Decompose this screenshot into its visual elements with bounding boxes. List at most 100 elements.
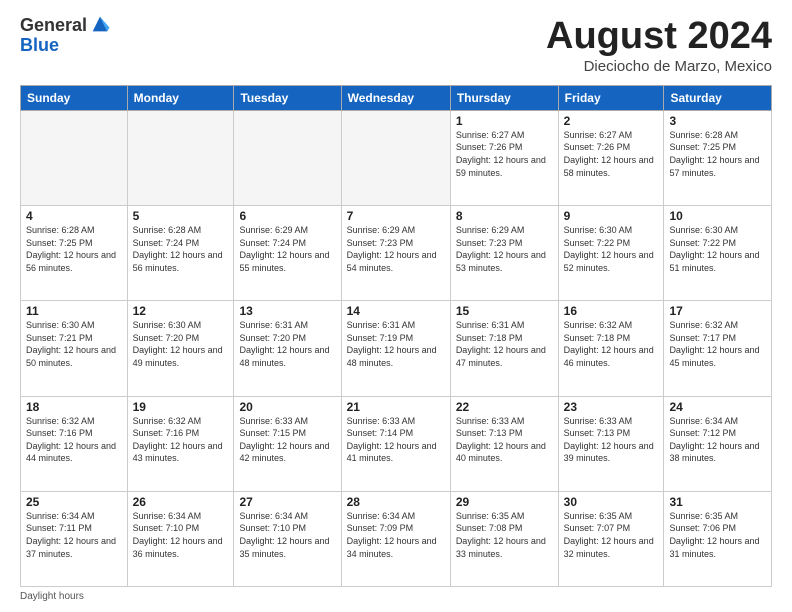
day-number: 11 [26, 304, 122, 318]
calendar-cell: 16Sunrise: 6:32 AMSunset: 7:18 PMDayligh… [558, 301, 664, 396]
day-number: 7 [347, 209, 445, 223]
day-info: Sunrise: 6:29 AMSunset: 7:23 PMDaylight:… [456, 224, 553, 274]
day-info: Sunrise: 6:33 AMSunset: 7:13 PMDaylight:… [456, 415, 553, 465]
day-info: Sunrise: 6:28 AMSunset: 7:24 PMDaylight:… [133, 224, 229, 274]
calendar-table: SundayMondayTuesdayWednesdayThursdayFrid… [20, 85, 772, 587]
day-info: Sunrise: 6:30 AMSunset: 7:21 PMDaylight:… [26, 319, 122, 369]
day-header-thursday: Thursday [450, 85, 558, 110]
day-header-wednesday: Wednesday [341, 85, 450, 110]
day-info: Sunrise: 6:30 AMSunset: 7:22 PMDaylight:… [564, 224, 659, 274]
day-number: 29 [456, 495, 553, 509]
day-number: 2 [564, 114, 659, 128]
page: General Blue August 2024 Dieciocho de Ma… [0, 0, 792, 612]
calendar-cell: 17Sunrise: 6:32 AMSunset: 7:17 PMDayligh… [664, 301, 772, 396]
daylight-label: Daylight hours [20, 591, 84, 602]
day-number: 16 [564, 304, 659, 318]
day-number: 3 [669, 114, 766, 128]
location-subtitle: Dieciocho de Marzo, Mexico [546, 58, 772, 75]
calendar-cell: 28Sunrise: 6:34 AMSunset: 7:09 PMDayligh… [341, 491, 450, 586]
day-number: 6 [239, 209, 335, 223]
day-info: Sunrise: 6:27 AMSunset: 7:26 PMDaylight:… [564, 129, 659, 179]
calendar-cell: 25Sunrise: 6:34 AMSunset: 7:11 PMDayligh… [21, 491, 128, 586]
calendar-week-row: 1 Sunrise: 6:27 AMSunset: 7:26 PMDaylight… [21, 110, 772, 205]
day-number: 23 [564, 400, 659, 414]
day-info: Sunrise: 6:28 AMSunset: 7:25 PMDaylight:… [669, 129, 766, 179]
day-number: 17 [669, 304, 766, 318]
calendar-cell [127, 110, 234, 205]
day-info: Sunrise: 6:33 AMSunset: 7:14 PMDaylight:… [347, 415, 445, 465]
calendar-week-row: 4Sunrise: 6:28 AMSunset: 7:25 PMDaylight… [21, 206, 772, 301]
day-header-monday: Monday [127, 85, 234, 110]
calendar-cell [341, 110, 450, 205]
day-info: Sunrise: 6:35 AMSunset: 7:08 PMDaylight:… [456, 510, 553, 560]
day-header-saturday: Saturday [664, 85, 772, 110]
calendar-cell: 24Sunrise: 6:34 AMSunset: 7:12 PMDayligh… [664, 396, 772, 491]
day-number: 8 [456, 209, 553, 223]
day-info: Sunrise: 6:29 AMSunset: 7:23 PMDaylight:… [347, 224, 445, 274]
day-info: Sunrise: 6:33 AMSunset: 7:15 PMDaylight:… [239, 415, 335, 465]
day-number: 28 [347, 495, 445, 509]
day-number: 26 [133, 495, 229, 509]
day-info: Sunrise: 6:30 AMSunset: 7:20 PMDaylight:… [133, 319, 229, 369]
day-info: Sunrise: 6:34 AMSunset: 7:10 PMDaylight:… [133, 510, 229, 560]
day-number: 20 [239, 400, 335, 414]
day-info: Sunrise: 6:34 AMSunset: 7:11 PMDaylight:… [26, 510, 122, 560]
day-number: 15 [456, 304, 553, 318]
day-header-sunday: Sunday [21, 85, 128, 110]
calendar-cell: 26Sunrise: 6:34 AMSunset: 7:10 PMDayligh… [127, 491, 234, 586]
logo-general-text: General [20, 16, 87, 36]
logo: General Blue [20, 16, 111, 56]
day-number: 5 [133, 209, 229, 223]
calendar-cell: 22Sunrise: 6:33 AMSunset: 7:13 PMDayligh… [450, 396, 558, 491]
calendar-cell: 15Sunrise: 6:31 AMSunset: 7:18 PMDayligh… [450, 301, 558, 396]
month-year-title: August 2024 [546, 16, 772, 58]
day-info: Sunrise: 6:35 AMSunset: 7:07 PMDaylight:… [564, 510, 659, 560]
calendar-cell: 30Sunrise: 6:35 AMSunset: 7:07 PMDayligh… [558, 491, 664, 586]
day-number: 1 [456, 114, 553, 128]
header: General Blue August 2024 Dieciocho de Ma… [20, 16, 772, 75]
day-header-friday: Friday [558, 85, 664, 110]
day-info: Sunrise: 6:31 AMSunset: 7:18 PMDaylight:… [456, 319, 553, 369]
day-number: 14 [347, 304, 445, 318]
calendar-cell: 13Sunrise: 6:31 AMSunset: 7:20 PMDayligh… [234, 301, 341, 396]
calendar-cell [234, 110, 341, 205]
day-info: Sunrise: 6:32 AMSunset: 7:17 PMDaylight:… [669, 319, 766, 369]
day-info: Sunrise: 6:32 AMSunset: 7:16 PMDaylight:… [133, 415, 229, 465]
calendar-cell: 23Sunrise: 6:33 AMSunset: 7:13 PMDayligh… [558, 396, 664, 491]
day-number: 21 [347, 400, 445, 414]
calendar-cell: 3Sunrise: 6:28 AMSunset: 7:25 PMDaylight… [664, 110, 772, 205]
calendar-cell: 20Sunrise: 6:33 AMSunset: 7:15 PMDayligh… [234, 396, 341, 491]
footer: Daylight hours [20, 591, 772, 602]
day-number: 13 [239, 304, 335, 318]
day-number: 30 [564, 495, 659, 509]
day-info: Sunrise: 6:34 AMSunset: 7:10 PMDaylight:… [239, 510, 335, 560]
day-number: 22 [456, 400, 553, 414]
calendar-cell: 12Sunrise: 6:30 AMSunset: 7:20 PMDayligh… [127, 301, 234, 396]
day-info: Sunrise: 6:30 AMSunset: 7:22 PMDaylight:… [669, 224, 766, 274]
day-info: Sunrise: 6:32 AMSunset: 7:16 PMDaylight:… [26, 415, 122, 465]
day-info: Sunrise: 6:28 AMSunset: 7:25 PMDaylight:… [26, 224, 122, 274]
calendar-cell: 27Sunrise: 6:34 AMSunset: 7:10 PMDayligh… [234, 491, 341, 586]
calendar-cell: 8Sunrise: 6:29 AMSunset: 7:23 PMDaylight… [450, 206, 558, 301]
day-number: 9 [564, 209, 659, 223]
day-info: Sunrise: 6:32 AMSunset: 7:18 PMDaylight:… [564, 319, 659, 369]
calendar-week-row: 11Sunrise: 6:30 AMSunset: 7:21 PMDayligh… [21, 301, 772, 396]
calendar-cell: 14Sunrise: 6:31 AMSunset: 7:19 PMDayligh… [341, 301, 450, 396]
day-number: 25 [26, 495, 122, 509]
day-number: 18 [26, 400, 122, 414]
day-info: Sunrise: 6:31 AMSunset: 7:20 PMDaylight:… [239, 319, 335, 369]
calendar-cell: 29Sunrise: 6:35 AMSunset: 7:08 PMDayligh… [450, 491, 558, 586]
calendar-cell: 18Sunrise: 6:32 AMSunset: 7:16 PMDayligh… [21, 396, 128, 491]
day-number: 19 [133, 400, 229, 414]
day-number: 31 [669, 495, 766, 509]
day-info: Sunrise: 6:31 AMSunset: 7:19 PMDaylight:… [347, 319, 445, 369]
calendar-cell: 10Sunrise: 6:30 AMSunset: 7:22 PMDayligh… [664, 206, 772, 301]
logo-blue-text: Blue [20, 36, 111, 56]
calendar-cell: 31Sunrise: 6:35 AMSunset: 7:06 PMDayligh… [664, 491, 772, 586]
day-number: 10 [669, 209, 766, 223]
day-info: Sunrise: 6:35 AMSunset: 7:06 PMDaylight:… [669, 510, 766, 560]
calendar-week-row: 25Sunrise: 6:34 AMSunset: 7:11 PMDayligh… [21, 491, 772, 586]
calendar-week-row: 18Sunrise: 6:32 AMSunset: 7:16 PMDayligh… [21, 396, 772, 491]
day-info: Sunrise: 6:29 AMSunset: 7:24 PMDaylight:… [239, 224, 335, 274]
calendar-cell: 19Sunrise: 6:32 AMSunset: 7:16 PMDayligh… [127, 396, 234, 491]
